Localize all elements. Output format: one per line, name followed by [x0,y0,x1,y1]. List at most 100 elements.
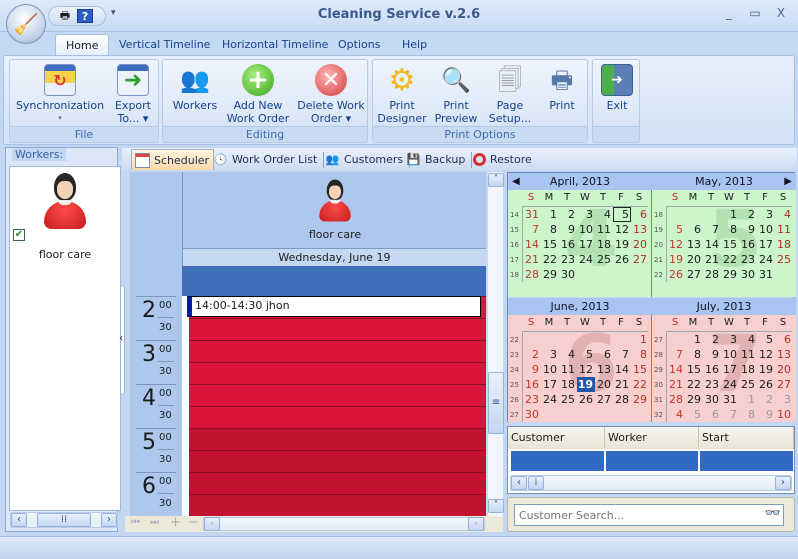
calendar-day[interactable]: 7 [613,347,631,362]
calendar-day[interactable]: 13 [595,362,613,377]
scroll-up-button[interactable]: ˄ [488,173,504,187]
calendar-day[interactable]: 6 [595,347,613,362]
time-slots[interactable] [182,296,486,516]
calendar-day[interactable]: 28 [613,392,631,407]
calendar-day[interactable]: 9 [757,407,775,422]
calendar-day[interactable]: 26 [613,252,631,267]
calendar-day[interactable]: 8 [541,222,559,237]
scroll-thumb[interactable]: ⁞ [528,476,544,490]
calendar-day[interactable]: 12 [577,362,595,377]
calendar-day[interactable]: 22 [721,252,739,267]
calendar-day[interactable]: 8 [721,222,739,237]
scroll-left-button[interactable]: ‹ [511,476,527,490]
calendar-day[interactable]: 27 [685,267,703,282]
calendar-day[interactable]: 30 [523,407,541,422]
calendar-day[interactable]: 20 [685,252,703,267]
calendar-day[interactable]: 23 [559,252,577,267]
calendar-day[interactable]: 18 [595,237,613,252]
calendar-day[interactable]: 6 [703,407,721,422]
tab-customers[interactable]: 👥 Customers [322,149,414,170]
tab-help[interactable]: Help [392,34,437,56]
calendar-day[interactable]: 10 [541,362,559,377]
scroll-left-button[interactable]: ‹ [204,517,220,531]
calendar-day[interactable]: 25 [775,252,793,267]
calendar-day[interactable]: 7 [703,222,721,237]
calendar-day[interactable]: 29 [721,267,739,282]
calendar-day[interactable]: 14 [613,362,631,377]
calendar-day[interactable]: 3 [541,347,559,362]
calendar-day[interactable]: 30 [739,267,757,282]
calendar-day[interactable]: 24 [757,252,775,267]
calendar-day[interactable]: 18 [559,377,577,392]
calendar-day[interactable]: 11 [775,222,793,237]
calendar-day[interactable]: 1 [685,332,703,347]
calendar-day[interactable]: 11 [595,222,613,237]
calendar-day[interactable]: 4 [739,332,757,347]
calendar-day[interactable]: 4 [775,207,793,222]
calendar-day[interactable]: 19 [577,377,595,392]
zoom-in-icon[interactable]: + [170,515,181,530]
next-month-icon[interactable]: ▶ [784,173,792,190]
workers-button[interactable]: 👥 Workers [167,64,223,113]
calendar-day[interactable]: 25 [595,252,613,267]
calendar-day[interactable]: 15 [631,362,649,377]
calendar-day[interactable]: 7 [721,407,739,422]
tab-options[interactable]: Options [328,34,390,56]
calendar-day[interactable]: 1 [631,332,649,347]
print-preview-button[interactable]: 🔍 Print Preview [431,64,481,126]
calendar-day[interactable]: 3 [577,207,595,222]
calendar-day[interactable]: 28 [703,267,721,282]
calendar-day[interactable]: 17 [577,237,595,252]
calendar-day[interactable]: 1 [721,207,739,222]
calendar-day[interactable]: 27 [631,252,649,267]
scroll-down-button[interactable]: ˅ [488,499,504,513]
calendar-day[interactable]: 8 [739,407,757,422]
calendar-day[interactable]: 16 [523,377,541,392]
calendar-day[interactable]: 18 [775,237,793,252]
calendar-day[interactable]: 31 [721,392,739,407]
calendar-day[interactable]: 2 [739,207,757,222]
calendar-day[interactable]: 11 [739,347,757,362]
calendar-day[interactable]: 15 [541,237,559,252]
calendar-day[interactable]: 15 [721,237,739,252]
tab-restore[interactable]: Restore [470,149,536,170]
calendar-day[interactable]: 5 [667,222,685,237]
calendar-day[interactable]: 6 [631,207,649,222]
calendar-day[interactable]: 19 [613,237,631,252]
calendar-day[interactable]: 12 [613,222,631,237]
calendar-day[interactable]: 1 [739,392,757,407]
calendar-day[interactable]: 4 [559,347,577,362]
calendar-day[interactable]: 20 [595,377,613,392]
calendar-day[interactable]: 24 [541,392,559,407]
tab-home[interactable]: Home [55,34,110,56]
calendar-day[interactable]: 31 [523,207,541,222]
calendar-day[interactable]: 22 [541,252,559,267]
calendar-day[interactable]: 26 [667,267,685,282]
all-day-area[interactable] [182,266,486,296]
column-header-start[interactable]: Start [699,427,794,449]
time-slot[interactable] [189,340,486,362]
calendar-day[interactable]: 23 [739,252,757,267]
worker-checkbox[interactable]: ✔ [13,229,25,241]
scroll-thumb[interactable]: ≡ [488,372,504,434]
calendar-day[interactable]: 12 [757,347,775,362]
calendar-day[interactable]: 20 [775,362,793,377]
calendar-day[interactable]: 1 [541,207,559,222]
grid-cell[interactable] [700,451,793,471]
exit-button[interactable]: ➜ Exit [597,64,637,112]
calendar-day[interactable]: 17 [541,377,559,392]
appointment[interactable]: 14:00-14:30 jhon [187,296,481,317]
synchronization-button[interactable]: ↻ Synchronization ▾ [14,64,106,125]
calendar-day[interactable]: 16 [703,362,721,377]
calendar-day[interactable]: 10 [577,222,595,237]
calendar-day[interactable]: 19 [667,252,685,267]
calendar-day[interactable]: 10 [775,407,793,422]
calendar-day[interactable]: 21 [667,377,685,392]
panel-splitter[interactable]: ‹ [119,285,127,395]
add-work-order-button[interactable]: + Add New Work Order [225,64,291,125]
calendar-day[interactable]: 21 [523,252,541,267]
calendar-day[interactable]: 3 [775,392,793,407]
calendar-day[interactable]: 6 [775,332,793,347]
calendar-day[interactable]: 29 [541,267,559,282]
calendar-day[interactable]: 29 [631,392,649,407]
